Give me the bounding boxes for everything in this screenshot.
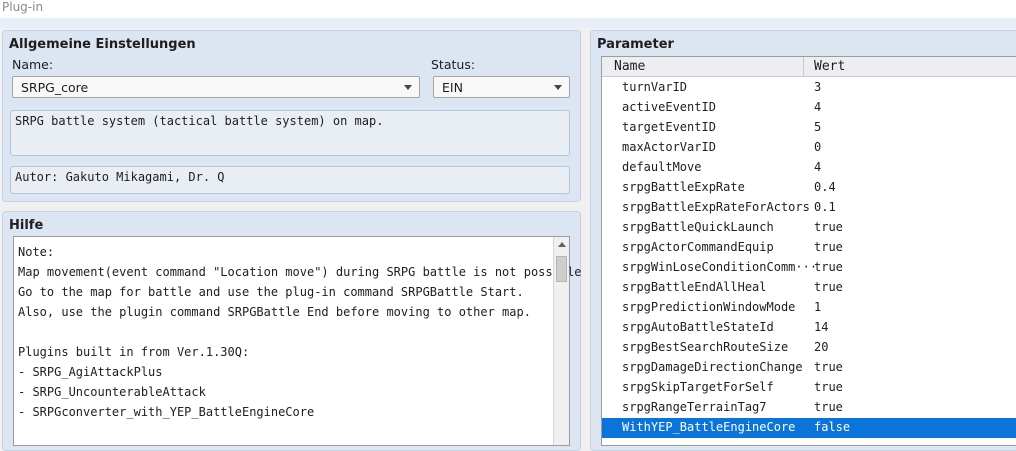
chevron-down-icon — [404, 85, 412, 90]
description-text: SRPG battle system (tactical battle syst… — [15, 114, 384, 128]
param-value-cell: 1 — [814, 300, 822, 314]
table-row[interactable]: srpgBattleEndAllHeal true — [602, 278, 1016, 298]
help-line: Note: — [18, 245, 55, 259]
param-value-cell: 0 — [814, 140, 822, 154]
param-value-cell: 0.1 — [814, 200, 836, 214]
param-name-cell: srpgBattleQuickLaunch — [622, 220, 774, 234]
table-row[interactable]: srpgSkipTargetForSelf true — [602, 378, 1016, 398]
column-divider — [803, 57, 804, 77]
param-name-cell: srpgSkipTargetForSelf — [622, 380, 774, 394]
param-name-cell: srpgDamageDirectionChange — [622, 360, 803, 374]
param-value-cell: 0.4 — [814, 180, 836, 194]
help-line: Map movement(event command "Location mov… — [18, 265, 582, 279]
param-value-cell: true — [814, 380, 843, 394]
help-line: - SRPGconverter_with_YEP_BattleEngineCor… — [18, 405, 315, 419]
table-header: Name Wert — [602, 57, 1016, 77]
param-value-cell: true — [814, 280, 843, 294]
param-value-cell: true — [814, 220, 843, 234]
table-row[interactable]: turnVarID 3 — [602, 78, 1016, 98]
table-row[interactable]: WithYEP_BattleEngineCore false — [602, 418, 1016, 438]
param-name-cell: srpgAutoBattleStateId — [622, 320, 774, 334]
param-name-cell: srpgBattleExpRateForActors — [622, 200, 810, 214]
help-scrollbar[interactable] — [553, 237, 569, 445]
param-value-cell: true — [814, 400, 843, 414]
general-settings-title: Allgemeine Einstellungen — [9, 37, 196, 52]
param-name-cell: srpgActorCommandEquip — [622, 240, 774, 254]
param-name-cell: srpgBestSearchRouteSize — [622, 340, 789, 354]
table-row[interactable]: srpgBattleExpRateForActors 0.1 — [602, 198, 1016, 218]
table-row[interactable]: srpgPredictionWindowMode 1 — [602, 298, 1016, 318]
param-value-cell: true — [814, 240, 843, 254]
help-line: Go to the map for battle and use the plu… — [18, 285, 524, 299]
table-row[interactable]: targetEventID 5 — [602, 118, 1016, 138]
parameter-title: Parameter — [597, 37, 674, 52]
param-name-cell: defaultMove — [622, 160, 702, 174]
column-header-value[interactable]: Wert — [814, 59, 845, 74]
author-text: Autor: Gakuto Mikagami, Dr. Q — [15, 170, 225, 184]
param-name-cell: srpgWinLoseConditionComm··· — [622, 260, 818, 274]
help-line: - SRPG_AgiAttackPlus — [18, 365, 163, 379]
table-row[interactable]: srpgRangeTerrainTag7 true — [602, 398, 1016, 418]
help-title: Hilfe — [9, 218, 44, 233]
param-value-cell: 4 — [814, 100, 822, 114]
help-text-area[interactable]: Note: Map movement(event command "Locati… — [13, 236, 582, 446]
help-line: Plugins built in from Ver.1.30Q: — [18, 345, 250, 359]
scroll-up-arrow-icon[interactable] — [554, 237, 569, 253]
table-row[interactable]: srpgBestSearchRouteSize 20 — [602, 338, 1016, 358]
param-name-cell: activeEventID — [622, 100, 716, 114]
window-title: Plug-in — [2, 0, 44, 14]
param-value-cell: 5 — [814, 120, 822, 134]
scroll-thumb[interactable] — [556, 256, 567, 282]
table-row[interactable]: srpgActorCommandEquip true — [602, 238, 1016, 258]
header-band — [0, 18, 1016, 28]
help-line: Also, use the plugin command SRPGBattle … — [18, 305, 531, 319]
plugin-name-value: SRPG_core — [21, 80, 89, 95]
param-name-cell: maxActorVarID — [622, 140, 716, 154]
parameter-table[interactable]: Name Wert turnVarID 3 activeEventID 4 target… — [601, 56, 1016, 446]
param-name-cell: srpgRangeTerrainTag7 — [622, 400, 767, 414]
description-field[interactable]: SRPG battle system (tactical battle syst… — [10, 110, 570, 156]
param-value-cell: true — [814, 360, 843, 374]
param-name-cell: turnVarID — [622, 80, 688, 94]
window-titlebar: Plug-in — [0, 0, 1016, 18]
status-label: Status: — [431, 57, 476, 72]
table-row[interactable]: maxActorVarID 0 — [602, 138, 1016, 158]
param-name-cell: targetEventID — [622, 120, 716, 134]
param-name-cell: srpgBattleExpRate — [622, 180, 745, 194]
param-value-cell: false — [814, 420, 851, 434]
table-row[interactable]: defaultMove 4 — [602, 158, 1016, 178]
table-row[interactable]: srpgAutoBattleStateId 14 — [602, 318, 1016, 338]
param-name-cell: srpgBattleEndAllHeal — [622, 280, 767, 294]
param-value-cell: 14 — [814, 320, 829, 334]
table-row[interactable]: srpgDamageDirectionChange true — [602, 358, 1016, 378]
param-value-cell: true — [814, 260, 843, 274]
chevron-down-icon — [554, 85, 562, 90]
plugin-name-select[interactable]: SRPG_core — [12, 76, 420, 98]
param-value-cell: 3 — [814, 80, 822, 94]
help-line: - SRPG_UncounterableAttack — [18, 385, 206, 399]
param-name-cell: srpgPredictionWindowMode — [622, 300, 796, 314]
table-row[interactable]: srpgBattleQuickLaunch true — [602, 218, 1016, 238]
status-value: EIN — [442, 80, 463, 95]
column-header-name[interactable]: Name — [614, 59, 645, 74]
table-row[interactable]: srpgWinLoseConditionComm··· true — [602, 258, 1016, 278]
table-row[interactable]: activeEventID 4 — [602, 98, 1016, 118]
table-row[interactable]: srpgBattleExpRate 0.4 — [602, 178, 1016, 198]
param-name-cell: WithYEP_BattleEngineCore — [622, 420, 796, 434]
param-value-cell: 20 — [814, 340, 829, 354]
author-field[interactable]: Autor: Gakuto Mikagami, Dr. Q — [10, 166, 570, 194]
param-value-cell: 4 — [814, 160, 822, 174]
name-label: Name: — [12, 57, 54, 72]
status-select[interactable]: EIN — [433, 76, 570, 98]
